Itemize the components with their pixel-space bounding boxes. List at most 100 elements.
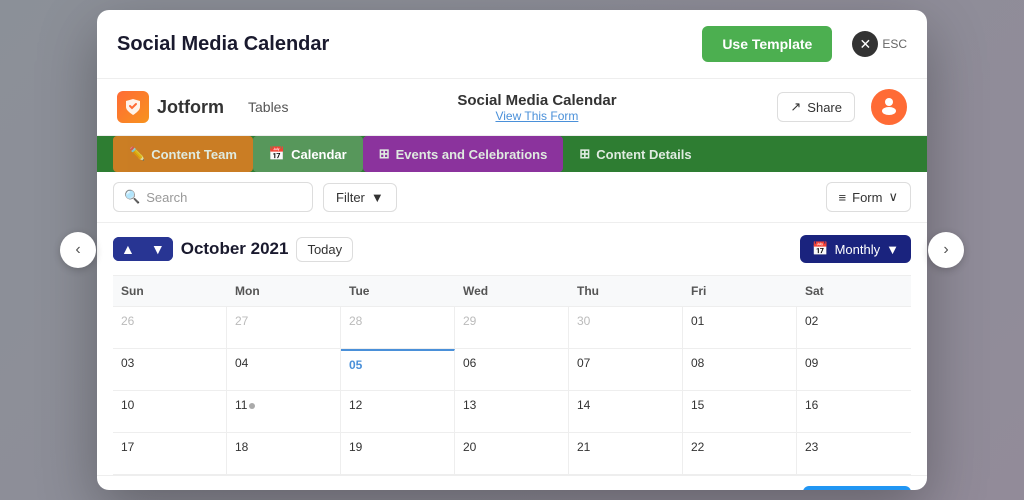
filter-label: Filter <box>336 190 365 205</box>
cal-cell-3-4[interactable]: 21 <box>569 433 683 474</box>
cal-cell-2-1[interactable]: 11 <box>227 391 341 432</box>
share-button[interactable]: ↗ Share <box>777 92 855 122</box>
form-label: Form <box>852 190 882 205</box>
calendar-week-2: 10 11 12 13 14 15 16 <box>113 391 911 433</box>
cal-cell-2-2[interactable]: 12 <box>341 391 455 432</box>
form-chevron-icon: ∨ <box>888 189 898 205</box>
cell-number: 21 <box>577 440 590 454</box>
cal-cell-2-4[interactable]: 14 <box>569 391 683 432</box>
cal-cell-3-3[interactable]: 20 <box>455 433 569 474</box>
tab-content-team[interactable]: ✏️ Content Team <box>113 136 253 172</box>
share-label: Share <box>807 100 842 115</box>
cal-cell-2-3[interactable]: 13 <box>455 391 569 432</box>
form-button[interactable]: ≡ Form ∨ <box>826 182 911 212</box>
monthly-label: Monthly <box>835 242 881 257</box>
cell-number: 11 <box>235 398 247 412</box>
cell-number: 19 <box>349 440 362 454</box>
cal-cell-3-2[interactable]: 19 <box>341 433 455 474</box>
day-header-mon: Mon <box>227 276 341 306</box>
month-label: October 2021 <box>181 239 289 259</box>
tables-button[interactable]: Tables <box>240 95 296 119</box>
tabs-bar: ✏️ Content Team 📅 Calendar ⊞ Events and … <box>97 136 927 172</box>
cal-cell-2-5[interactable]: 15 <box>683 391 797 432</box>
cal-cell-1-4[interactable]: 07 <box>569 349 683 390</box>
prev-arrow[interactable]: ‹ <box>60 232 96 268</box>
cal-cell-2-6[interactable]: 16 <box>797 391 911 432</box>
cal-cell-3-6[interactable]: 23 <box>797 433 911 474</box>
sub-header-center: Social Media Calendar View This Form <box>312 92 761 123</box>
cal-cell-2-0[interactable]: 10 <box>113 391 227 432</box>
use-template-button[interactable]: Use Template <box>702 26 832 62</box>
cal-cell-0-2[interactable]: 28 <box>341 307 455 348</box>
monthly-button[interactable]: 📅 Monthly ▼ <box>800 235 911 263</box>
cal-cell-0-4[interactable]: 30 <box>569 307 683 348</box>
day-header-thu: Thu <box>569 276 683 306</box>
sub-header: Jotform Tables Social Media Calendar Vie… <box>97 79 927 136</box>
cell-number: 15 <box>691 398 704 412</box>
filter-icon: ▼ <box>371 190 384 205</box>
cal-cell-3-5[interactable]: 22 <box>683 433 797 474</box>
cell-number: 22 <box>691 440 704 454</box>
search-placeholder: Search <box>146 190 187 205</box>
esc-button[interactable]: ✕ ESC <box>852 31 907 57</box>
search-box[interactable]: 🔍 Search <box>113 182 313 212</box>
cell-number: 06 <box>463 356 476 370</box>
cell-number: 12 <box>349 398 362 412</box>
cal-cell-0-3[interactable]: 29 <box>455 307 569 348</box>
cal-cell-0-6[interactable]: 02 <box>797 307 911 348</box>
cal-cell-0-5[interactable]: 01 <box>683 307 797 348</box>
esc-label: ESC <box>882 37 907 51</box>
avatar <box>871 89 907 125</box>
header-right: Use Template ✕ ESC <box>702 26 907 62</box>
avatar-face-icon <box>878 94 900 121</box>
cell-number: 04 <box>235 356 248 370</box>
cell-number: 03 <box>121 356 134 370</box>
tab-calendar[interactable]: 📅 Calendar <box>253 136 363 172</box>
cal-cell-0-1[interactable]: 27 <box>227 307 341 348</box>
cell-number: 14 <box>577 398 590 412</box>
cal-cell-1-2[interactable]: 05 <box>341 349 455 390</box>
prev-month-button[interactable]: ▲ <box>113 237 143 261</box>
calendar-nav: ▲ ▼ October 2021 Today 📅 Monthly ▼ <box>97 223 927 275</box>
cell-number: 30 <box>577 314 590 328</box>
cal-cell-1-0[interactable]: 03 <box>113 349 227 390</box>
cell-number: 23 <box>805 440 818 454</box>
cal-cell-1-1[interactable]: 04 <box>227 349 341 390</box>
nav-arrows: ▲ ▼ <box>113 237 173 261</box>
day-header-wed: Wed <box>455 276 569 306</box>
cell-number: 09 <box>805 356 818 370</box>
view-form-link[interactable]: View This Form <box>312 109 761 123</box>
calendar-week-1: 03 04 05 06 07 08 09 <box>113 349 911 391</box>
see-demo-button[interactable]: See Demo <box>803 486 911 490</box>
cell-number: 18 <box>235 440 248 454</box>
next-month-button[interactable]: ▼ <box>143 237 173 261</box>
tab-calendar-label: Calendar <box>291 147 347 162</box>
today-button[interactable]: Today <box>296 237 353 262</box>
esc-icon: ✕ <box>852 31 878 57</box>
calendar-grid-icon: 📅 <box>812 241 828 257</box>
tab-content-team-label: Content Team <box>151 147 237 162</box>
filter-button[interactable]: Filter ▼ <box>323 183 397 212</box>
next-arrow[interactable]: › <box>928 232 964 268</box>
jotform-icon <box>117 91 149 123</box>
modal-footer: Shared by Jotform in Marketing ⎘ Cloned … <box>97 475 927 490</box>
cal-cell-1-6[interactable]: 09 <box>797 349 911 390</box>
cal-cell-3-1[interactable]: 18 <box>227 433 341 474</box>
day-header-fri: Fri <box>683 276 797 306</box>
form-icon: ≡ <box>839 190 847 205</box>
cal-cell-1-3[interactable]: 06 <box>455 349 569 390</box>
tab-events[interactable]: ⊞ Events and Celebrations <box>363 136 564 172</box>
cal-cell-0-0[interactable]: 26 <box>113 307 227 348</box>
content-team-icon: ✏️ <box>129 146 145 162</box>
search-icon: 🔍 <box>124 189 140 205</box>
cal-cell-1-5[interactable]: 08 <box>683 349 797 390</box>
calendar-tab-icon: 📅 <box>269 146 285 162</box>
cell-number: 07 <box>577 356 590 370</box>
modal: Social Media Calendar Use Template ✕ ESC… <box>97 10 927 490</box>
calendar-week-3: 17 18 19 20 21 22 23 <box>113 433 911 475</box>
cell-number: 05 <box>349 358 362 372</box>
events-tab-icon: ⊞ <box>379 146 390 162</box>
tab-content-details[interactable]: ⊞ Content Details <box>563 136 707 172</box>
cell-number: 28 <box>349 314 362 328</box>
cal-cell-3-0[interactable]: 17 <box>113 433 227 474</box>
